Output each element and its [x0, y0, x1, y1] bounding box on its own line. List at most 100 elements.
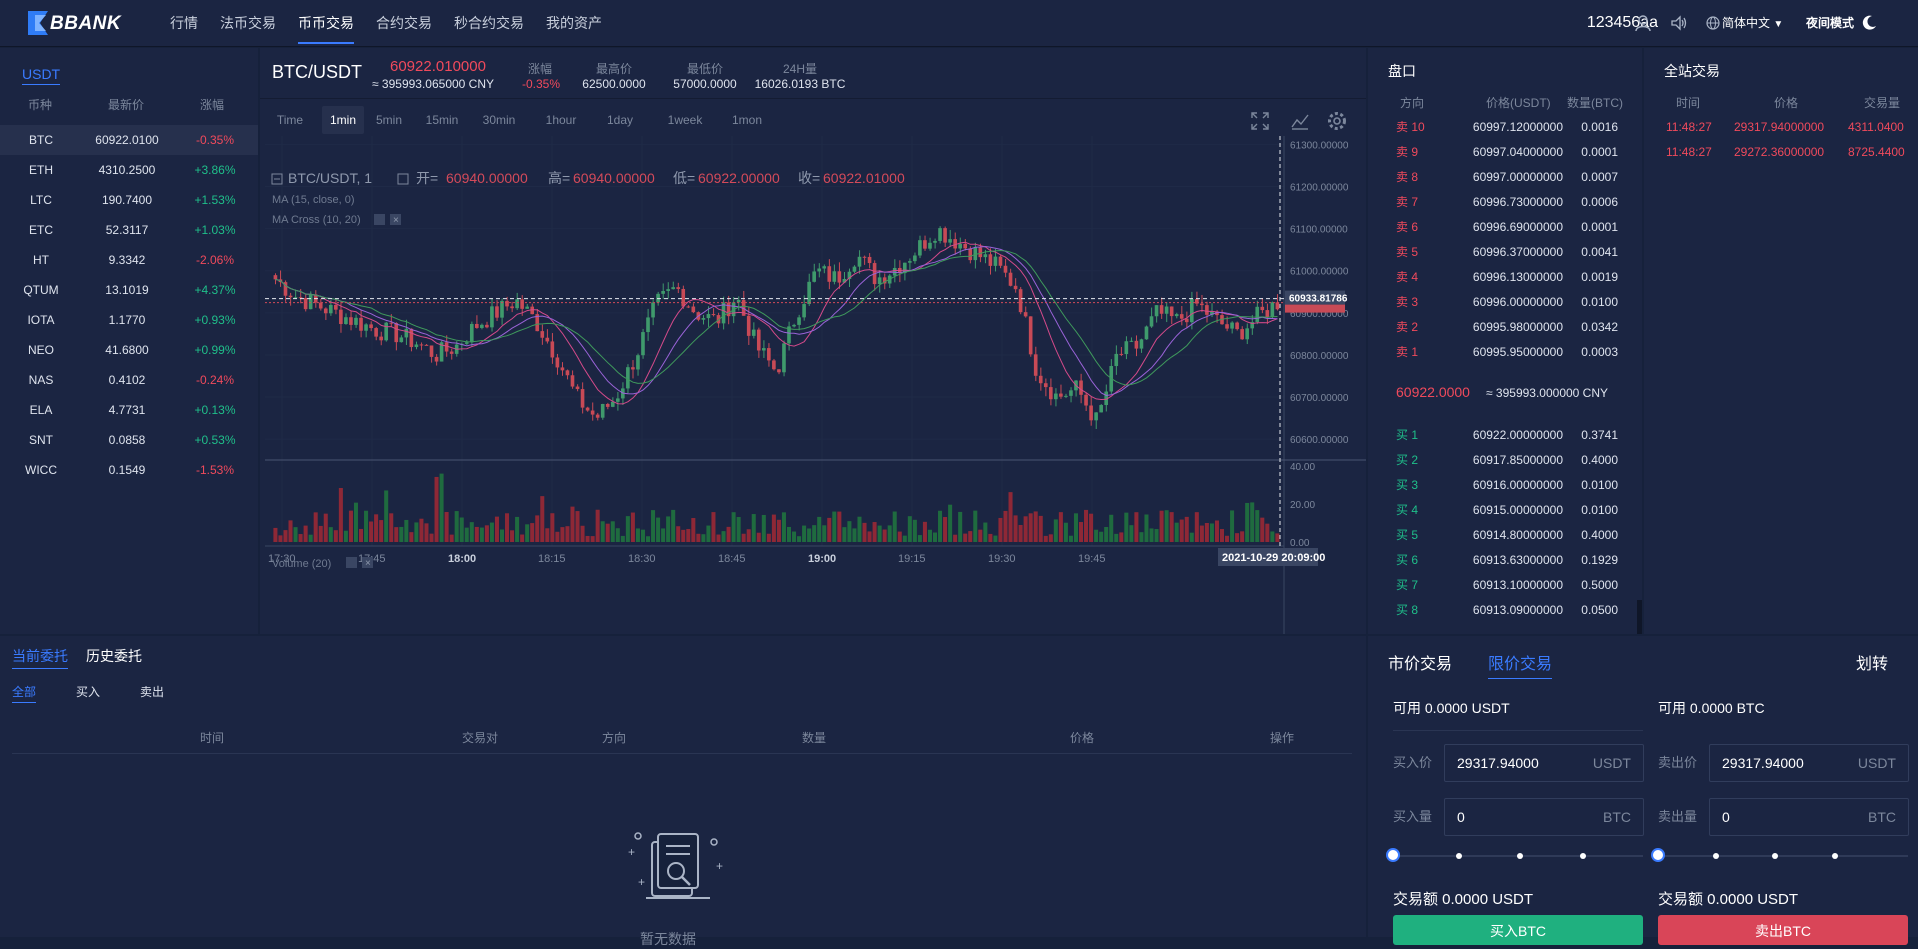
moon-icon[interactable]	[1860, 14, 1878, 32]
market-row-ht[interactable]: HT 9.3342 -2.06%	[0, 245, 258, 275]
volume-bar	[585, 535, 590, 542]
sell-amount-field[interactable]: BTC	[1709, 798, 1909, 836]
candle-body	[701, 318, 706, 320]
volume-bar	[666, 516, 671, 542]
ask-row[interactable]: 卖 10 60997.12000000 0.0016	[1368, 115, 1642, 140]
market-row-nas[interactable]: NAS 0.4102 -0.24%	[0, 365, 258, 395]
study-settings-icon[interactable]	[374, 214, 385, 225]
settings-gear-icon[interactable]	[1326, 110, 1348, 135]
ask-row[interactable]: 卖 1 60995.95000000 0.0003	[1368, 340, 1642, 365]
volume-bar	[1048, 534, 1053, 542]
nav-market[interactable]: 行情	[170, 0, 198, 46]
market-row-btc[interactable]: BTC 60922.0100 -0.35%	[0, 125, 258, 155]
timeframe-time[interactable]: Time	[270, 106, 310, 134]
sell-slider-stop-25[interactable]	[1713, 853, 1719, 859]
market-row-iota[interactable]: IOTA 1.1770 +0.93%	[0, 305, 258, 335]
timeframe-5min[interactable]: 5min	[368, 106, 410, 134]
timeframe-30min[interactable]: 30min	[474, 106, 524, 134]
price-chart[interactable]: 61300.00000 61200.00000 61100.00000 61000.0…	[260, 136, 1366, 634]
language-select[interactable]: 简体中文 ▼	[1722, 0, 1783, 48]
buy-slider-stop-25[interactable]	[1456, 853, 1462, 859]
sell-available: 可用 0.0000 BTC	[1658, 700, 1765, 716]
buy-slider-handle[interactable]	[1386, 848, 1400, 862]
sell-slider-handle[interactable]	[1651, 848, 1665, 862]
market-row-wicc[interactable]: WICC 0.1549 -1.53%	[0, 455, 258, 485]
buy-slider-stop-75[interactable]	[1580, 853, 1586, 859]
sell-slider-stop-75[interactable]	[1832, 853, 1838, 859]
bid-row[interactable]: 买 5 60914.80000000 0.4000	[1368, 523, 1642, 548]
buy-amount-field[interactable]: BTC	[1444, 798, 1644, 836]
filter-all[interactable]: 全部	[12, 683, 37, 703]
bid-row[interactable]: 买 7 60913.10000000 0.5000	[1368, 573, 1642, 598]
market-row-eth[interactable]: ETH 4310.2500 +3.86%	[0, 155, 258, 185]
market-row-qtum[interactable]: QTUM 13.1019 +4.37%	[0, 275, 258, 305]
market-row-etc[interactable]: ETC 52.3117 +1.03%	[0, 215, 258, 245]
market-row-neo[interactable]: NEO 41.6800 +0.99%	[0, 335, 258, 365]
bid-row[interactable]: 买 3 60916.00000000 0.0100	[1368, 473, 1642, 498]
candle-body	[429, 345, 434, 357]
legend-symbol: BTC/USDT, 1	[288, 170, 372, 186]
candle-body	[318, 302, 323, 309]
tab-order-history[interactable]: 历史委托	[86, 646, 142, 666]
sell-slider[interactable]	[1658, 855, 1908, 857]
tab-market-order[interactable]: 市价交易	[1388, 650, 1452, 674]
volume-bar	[364, 510, 369, 542]
orderbook-scrollbar[interactable]	[1637, 600, 1642, 634]
candle-body	[1225, 324, 1229, 329]
nav-spot[interactable]: 币币交易	[298, 0, 354, 46]
ask-row[interactable]: 卖 8 60997.00000000 0.0007	[1368, 165, 1642, 190]
ask-row[interactable]: 卖 9 60997.04000000 0.0001	[1368, 140, 1642, 165]
ask-row[interactable]: 卖 7 60996.73000000 0.0006	[1368, 190, 1642, 215]
nav-assets[interactable]: 我的资产	[546, 0, 602, 46]
sell-button[interactable]: 卖出BTC	[1658, 915, 1908, 945]
ask-row[interactable]: 卖 4 60996.13000000 0.0019	[1368, 265, 1642, 290]
sell-slider-stop-50[interactable]	[1772, 853, 1778, 859]
ask-row[interactable]: 卖 3 60996.00000000 0.0100	[1368, 290, 1642, 315]
candle-body	[495, 306, 499, 318]
fullscreen-icon[interactable]	[1250, 111, 1270, 134]
transfer-button[interactable]: 划转	[1856, 650, 1888, 674]
timeframe-1min[interactable]: 1min	[322, 106, 364, 134]
filter-sell[interactable]: 卖出	[140, 683, 164, 700]
legend-settings-icon[interactable]	[397, 173, 409, 185]
market-symbol: ETH	[29, 163, 53, 177]
tab-limit-order[interactable]: 限价交易	[1488, 650, 1553, 679]
buy-slider-stop-50[interactable]	[1517, 853, 1523, 859]
tab-usdt[interactable]: USDT	[22, 66, 61, 85]
nav-second-contract[interactable]: 秒合约交易	[454, 0, 524, 46]
market-row-ltc[interactable]: LTC 190.7400 +1.53%	[0, 185, 258, 215]
timeframe-1hour[interactable]: 1hour	[538, 106, 584, 134]
ask-row[interactable]: 卖 6 60996.69000000 0.0001	[1368, 215, 1642, 240]
theme-toggle[interactable]: 夜间模式	[1806, 0, 1854, 46]
ask-row[interactable]: 卖 5 60996.37000000 0.0041	[1368, 240, 1642, 265]
buy-price-input[interactable]	[1455, 745, 1579, 781]
legend-low: 60922.00000	[698, 170, 780, 186]
brand-logo[interactable]: BBANK	[26, 9, 144, 37]
buy-amount-input[interactable]	[1455, 799, 1579, 835]
timeframe-1week[interactable]: 1week	[658, 106, 712, 134]
user-icon[interactable]	[1634, 14, 1652, 32]
buy-button[interactable]: 买入BTC	[1393, 915, 1643, 945]
sell-price-input[interactable]	[1720, 745, 1844, 781]
buy-price-field[interactable]: USDT	[1444, 744, 1644, 782]
sell-amount-input[interactable]	[1720, 799, 1844, 835]
tab-current-orders[interactable]: 当前委托	[12, 646, 68, 669]
sound-icon[interactable]	[1670, 14, 1688, 32]
bid-row[interactable]: 买 1 60922.00000000 0.3741	[1368, 423, 1642, 448]
indicator-icon[interactable]	[1290, 111, 1310, 134]
filter-buy[interactable]: 买入	[76, 683, 100, 700]
nav-contract[interactable]: 合约交易	[376, 0, 432, 46]
sell-price-field[interactable]: USDT	[1709, 744, 1909, 782]
timeframe-15min[interactable]: 15min	[420, 106, 464, 134]
market-row-snt[interactable]: SNT 0.0858 +0.53%	[0, 425, 258, 455]
bid-row[interactable]: 买 2 60917.85000000 0.4000	[1368, 448, 1642, 473]
market-row-ela[interactable]: ELA 4.7731 +0.13%	[0, 395, 258, 425]
timeframe-1mon[interactable]: 1mon	[724, 106, 770, 134]
bid-row[interactable]: 买 4 60915.00000000 0.0100	[1368, 498, 1642, 523]
volume-settings-icon[interactable]	[346, 557, 357, 568]
nav-otc[interactable]: 法币交易	[220, 0, 276, 46]
ask-row[interactable]: 卖 2 60995.98000000 0.0342	[1368, 315, 1642, 340]
bid-row[interactable]: 买 8 60913.09000000 0.0500	[1368, 598, 1642, 623]
bid-row[interactable]: 买 6 60913.63000000 0.1929	[1368, 548, 1642, 573]
timeframe-1day[interactable]: 1day	[598, 106, 642, 134]
